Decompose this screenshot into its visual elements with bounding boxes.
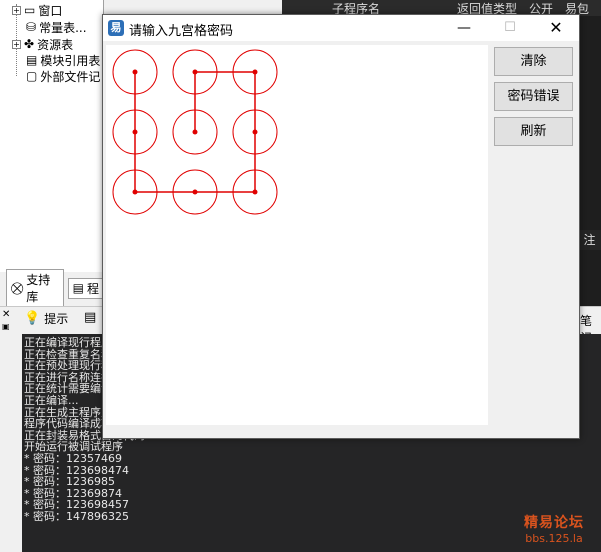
panel-tabs: ⛒ 支持库 ▤ 程 [0,269,104,307]
pattern-node-dot [252,189,258,195]
pattern-node-dot [132,129,138,135]
tree-item-window[interactable]: + ▭ 窗口 [12,2,62,18]
tree-item-label: 常量表... [39,20,87,35]
constants-icon: ⛁ [26,20,37,34]
output-line: * 密码：147896325 [24,509,129,523]
project-tree-panel: + ▭ 窗口 ⛁ 常量表... + ✤ 资源表 ▤ 模块引用表 ▢ 外部文件记 [0,0,104,272]
library-icon: ⛒ [11,280,24,295]
pattern-node-dot [192,69,198,75]
expand-icon[interactable]: + [12,5,21,15]
close-button[interactable]: ✕ [533,15,579,41]
tree-item-label: 资源表 [37,37,74,52]
tree-item-modules[interactable]: ▤ 模块引用表 [26,52,100,68]
tree-item-constants[interactable]: ⛁ 常量表... [26,19,87,35]
resource-icon: ✤ [24,37,35,51]
refresh-button[interactable]: 刷新 [494,117,573,146]
output-gutter [0,334,22,552]
output-doc-icon[interactable]: ▤ [84,310,96,325]
pattern-lock-svg[interactable] [106,45,488,425]
module-icon: ▤ [26,53,38,67]
dialog-title: 请输入九宫格密码 [129,24,234,39]
pattern-password-dialog: 易 请输入九宫格密码 — ☐ ✕ 清除 密码错误 刷新 [102,14,580,439]
file-icon: ▢ [26,69,38,83]
watermark: 精易论坛 bbs.125.la [524,512,584,545]
pattern-node-dot [132,69,138,75]
tree-item-external-files[interactable]: ▢ 外部文件记 [26,68,100,84]
pattern-node-dot [252,69,258,75]
remark-column-label: 注 [578,230,601,250]
watermark-title: 精易论坛 [524,515,584,531]
tree-item-label: 窗口 [38,3,63,18]
pattern-node-dot [132,189,138,195]
tab-support-library[interactable]: ⛒ 支持库 [6,269,64,307]
maximize-button[interactable]: ☐ [487,15,533,41]
tree-item-label: 外部文件记 [40,69,101,84]
code-editor-panel [578,16,601,306]
output-line: * 密码：1236985 [24,475,115,489]
tree-item-resources[interactable]: + ✤ 资源表 [12,36,73,52]
pattern-node-dot [252,129,258,135]
pattern-node-dot [192,189,198,195]
window-icon: ▭ [24,3,36,17]
dialog-titlebar[interactable]: 易 请输入九宫格密码 — ☐ ✕ [103,15,579,41]
program-icon: ▤ [72,281,84,295]
tree-item-label: 模块引用表 [40,53,101,68]
wrong-password-button[interactable]: 密码错误 [494,82,573,111]
minimize-button[interactable]: — [441,15,487,41]
tab-program[interactable]: ▤ 程 [67,277,104,299]
pin-icon[interactable]: ▣ [2,322,10,331]
hint-tab[interactable]: 💡 提示 [24,310,68,327]
clear-button[interactable]: 清除 [494,47,573,76]
pattern-node-dot [192,129,198,135]
close-icon[interactable]: ✕ [2,309,10,320]
app-icon: 易 [108,20,124,36]
pattern-lock-canvas[interactable] [106,45,488,425]
hint-icon: 💡 [24,311,41,326]
watermark-url: bbs.125.la [525,532,583,545]
expand-icon[interactable]: + [12,39,21,49]
output-line: * 密码：12357469 [24,451,122,465]
